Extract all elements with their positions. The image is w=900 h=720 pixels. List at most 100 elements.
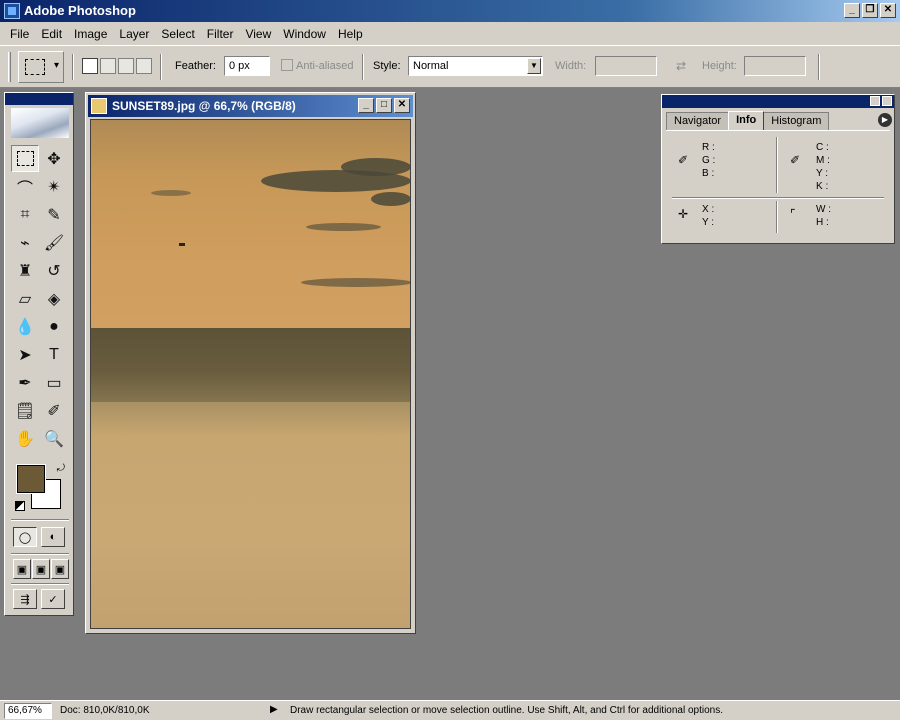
standard-mode-icon[interactable]: ◯ xyxy=(13,527,37,547)
options-separator xyxy=(362,54,364,80)
menu-filter[interactable]: Filter xyxy=(201,27,240,41)
style-label: Style: xyxy=(373,60,401,72)
jump-to-imageready-icon[interactable]: ⇶ xyxy=(13,589,37,609)
style-select-value: Normal xyxy=(413,60,449,72)
panel-controls xyxy=(870,96,892,106)
document-maximize-button[interactable]: □ xyxy=(376,98,392,113)
options-bar: ▾ Feather: 0 px Anti-aliased Style: Norm… xyxy=(0,46,900,88)
anti-aliased-checkbox[interactable] xyxy=(281,59,293,71)
restore-button[interactable]: ❐ xyxy=(862,3,878,18)
rectangular-marquee-icon xyxy=(25,59,45,75)
new-selection-icon[interactable] xyxy=(82,58,98,74)
menu-layer[interactable]: Layer xyxy=(113,27,155,41)
file-browser-icon[interactable]: ✓ xyxy=(41,589,65,609)
document-close-button[interactable]: ✕ xyxy=(394,98,410,113)
tool-preset-picker[interactable]: ▾ xyxy=(18,51,64,83)
menu-select[interactable]: Select xyxy=(155,27,200,41)
toolbox-title-bar[interactable] xyxy=(5,93,73,105)
slice-tool-icon[interactable]: ✎ xyxy=(40,201,68,228)
standard-screen-mode-icon[interactable]: ▣ xyxy=(13,559,31,579)
panel-title-bar[interactable] xyxy=(662,95,894,108)
menu-edit[interactable]: Edit xyxy=(35,27,68,41)
panel-close-button[interactable] xyxy=(882,96,892,106)
document-title: SUNSET89.jpg @ 66,7% (RGB/8) xyxy=(112,99,296,113)
window-controls: _ ❐ ✕ xyxy=(844,3,896,18)
tab-info[interactable]: Info xyxy=(728,111,765,130)
intersect-selection-icon[interactable] xyxy=(136,58,152,74)
height-input[interactable] xyxy=(744,56,806,76)
lasso-tool-icon[interactable]: ⌒ xyxy=(11,173,39,200)
info-divider xyxy=(672,197,884,199)
crosshair-icon: ✛ xyxy=(678,207,689,221)
healing-brush-tool-icon[interactable]: ⌁ xyxy=(11,229,39,256)
wh-labels: W : H : xyxy=(816,204,831,228)
foreground-color-swatch[interactable] xyxy=(16,464,46,494)
screen-mode-row: ▣ ▣ ▣ xyxy=(13,559,69,579)
info-readout: ✐ R : G : B : ✐ C : M : Y : K : ✛ X : Y … xyxy=(666,130,890,240)
rectangular-marquee-tool-icon[interactable] xyxy=(11,145,39,172)
brush-tool-icon[interactable]: 🖌 xyxy=(40,229,68,256)
status-menu-arrow-icon[interactable]: ▶ xyxy=(270,704,278,715)
path-selection-tool-icon[interactable]: ➤ xyxy=(11,341,39,368)
swap-dimensions-icon[interactable]: ⇄ xyxy=(676,59,686,73)
full-screen-menu-mode-icon[interactable]: ▣ xyxy=(32,559,50,579)
crop-tool-icon[interactable]: ⌗ xyxy=(11,201,39,228)
type-tool-icon[interactable]: T xyxy=(40,341,68,368)
jump-to-row: ⇶ ✓ xyxy=(13,589,65,609)
clone-stamp-tool-icon[interactable]: ♜ xyxy=(11,257,39,284)
paint-bucket-tool-icon[interactable]: ◈ xyxy=(40,285,68,312)
eyedropper-tool-icon[interactable]: ✐ xyxy=(40,397,68,424)
dodge-tool-icon[interactable]: ● xyxy=(40,313,68,340)
add-to-selection-icon[interactable] xyxy=(100,58,116,74)
menu-window[interactable]: Window xyxy=(277,27,332,41)
status-hint: Draw rectangular selection or move selec… xyxy=(290,705,723,716)
adobe-feather-logo[interactable] xyxy=(11,108,69,138)
document-icon xyxy=(91,98,107,114)
image-canvas[interactable] xyxy=(90,119,411,629)
menu-image[interactable]: Image xyxy=(68,27,113,41)
panel-menu-icon[interactable]: ▶ xyxy=(878,113,892,127)
document-minimize-button[interactable]: _ xyxy=(358,98,374,113)
default-colors-icon[interactable] xyxy=(15,501,25,511)
tab-histogram[interactable]: Histogram xyxy=(763,112,830,130)
zoom-tool-icon[interactable]: 🔍 xyxy=(40,425,68,452)
app-title-bar: Adobe Photoshop _ ❐ ✕ xyxy=(0,0,900,22)
menu-help[interactable]: Help xyxy=(332,27,369,41)
tab-navigator[interactable]: Navigator xyxy=(666,112,730,130)
menu-file[interactable]: File xyxy=(4,27,35,41)
minimize-button[interactable]: _ xyxy=(844,3,860,18)
water-surface xyxy=(91,402,410,628)
history-brush-tool-icon[interactable]: ↺ xyxy=(40,257,68,284)
status-bar: 66,67% Doc: 810,0K/810,0K ▶ Draw rectang… xyxy=(0,700,900,720)
notes-tool-icon[interactable]: 🗒 xyxy=(11,397,39,424)
hand-tool-icon[interactable]: ✋ xyxy=(11,425,39,452)
blur-tool-icon[interactable]: 💧 xyxy=(11,313,39,340)
pen-tool-icon[interactable]: ✒ xyxy=(11,369,39,396)
distant-hills xyxy=(91,328,410,408)
width-label: Width: xyxy=(555,60,587,72)
height-label: Height: xyxy=(702,60,737,72)
close-button[interactable]: ✕ xyxy=(880,3,896,18)
document-title-bar[interactable]: SUNSET89.jpg @ 66,7% (RGB/8) _ □ ✕ xyxy=(88,95,413,117)
shape-tool-icon[interactable]: ▭ xyxy=(40,369,68,396)
tools-grid: ✥ ⌒ ✴ ⌗ ✎ ⌁ 🖌 ♜ ↺ ▱ ◈ 💧 ● ➤ T ✒ ▭ 🗒 ✐ ✋ … xyxy=(11,145,69,452)
subtract-from-selection-icon[interactable] xyxy=(118,58,134,74)
full-screen-mode-icon[interactable]: ▣ xyxy=(51,559,69,579)
chevron-down-icon: ▼ xyxy=(527,58,541,74)
feather-input[interactable]: 0 px xyxy=(224,56,270,76)
menu-view[interactable]: View xyxy=(239,27,277,41)
options-bar-grip[interactable] xyxy=(8,52,11,82)
width-input[interactable] xyxy=(595,56,657,76)
options-separator xyxy=(72,54,74,80)
move-tool-icon[interactable]: ✥ xyxy=(40,145,68,172)
cloud xyxy=(301,278,410,287)
menu-bar: File Edit Image Layer Select Filter View… xyxy=(0,22,900,46)
eraser-tool-icon[interactable]: ▱ xyxy=(11,285,39,312)
quick-mask-mode-icon[interactable]: ◐ xyxy=(41,527,65,547)
panel-minimize-button[interactable] xyxy=(870,96,880,106)
swap-colors-icon[interactable]: ⤾ xyxy=(57,463,65,474)
magic-wand-tool-icon[interactable]: ✴ xyxy=(40,173,68,200)
style-select[interactable]: Normal ▼ xyxy=(408,56,543,76)
feather-label: Feather: xyxy=(175,60,216,72)
zoom-level-field[interactable]: 66,67% xyxy=(4,703,52,719)
